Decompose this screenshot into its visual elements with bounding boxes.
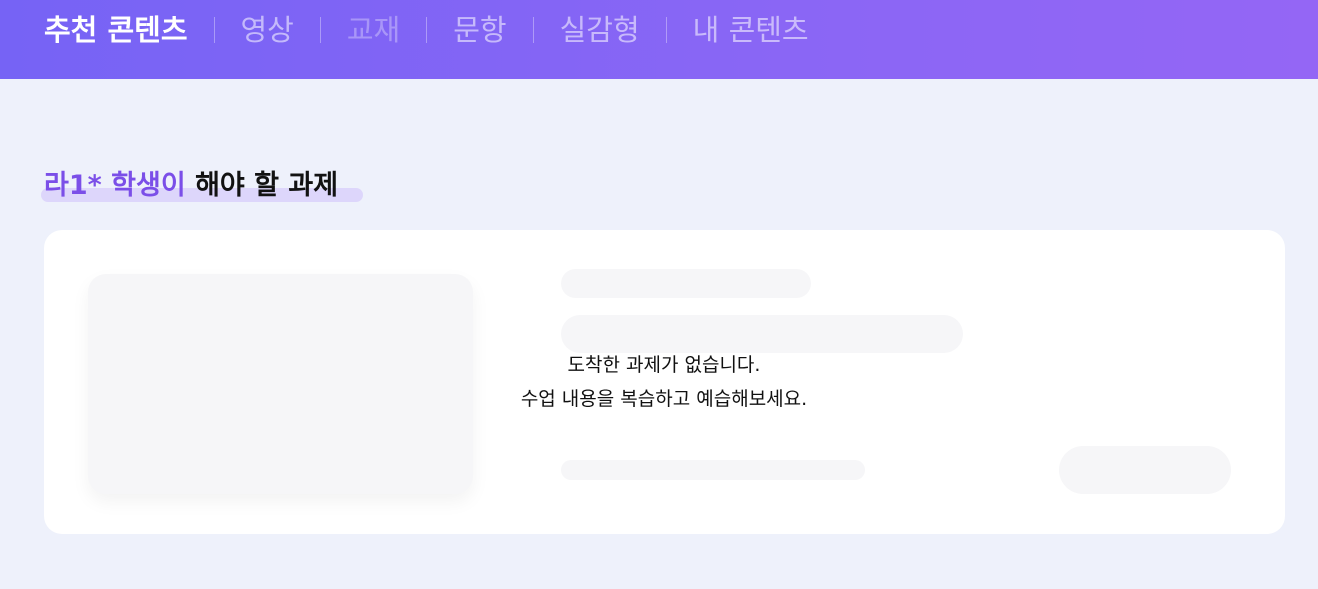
skeleton-line	[561, 269, 811, 298]
skeleton-thumbnail	[88, 274, 473, 494]
student-name: 라1* 학생이	[44, 170, 186, 201]
title-suffix: 해야 할 과제	[185, 170, 339, 201]
skeleton-button	[1059, 446, 1231, 494]
empty-message-line1: 도착한 과제가 없습니다.	[567, 354, 761, 376]
tab-divider	[319, 17, 321, 43]
tab-divider	[426, 17, 428, 43]
assignments-section-title: 라1* 학생이 해야 할 과제	[41, 168, 363, 204]
tab-divider	[532, 17, 534, 43]
tab-video[interactable]: 영상	[241, 10, 294, 50]
assignment-card: 도착한 과제가 없습니다. 수업 내용을 복습하고 예습해보세요.	[44, 230, 1285, 534]
tab-recommended-content[interactable]: 추천 콘텐츠	[44, 10, 188, 50]
top-nav-bar: 추천 콘텐츠 영상 교재 문항 실감형 내 콘텐츠	[0, 0, 1318, 79]
content-tabs: 추천 콘텐츠 영상 교재 문항 실감형 내 콘텐츠	[44, 10, 809, 50]
tab-textbook[interactable]: 교재	[347, 10, 400, 50]
tab-my-content[interactable]: 내 콘텐츠	[693, 10, 809, 50]
empty-message-line2: 수업 내용을 복습하고 예습해보세요.	[520, 388, 808, 410]
tab-divider	[665, 17, 667, 43]
empty-state-message: 도착한 과제가 없습니다. 수업 내용을 복습하고 예습해보세요.	[464, 348, 864, 416]
tab-questions[interactable]: 문항	[453, 10, 506, 50]
tab-divider	[213, 17, 215, 43]
skeleton-line	[561, 460, 865, 480]
tab-immersive[interactable]: 실감형	[560, 10, 640, 50]
